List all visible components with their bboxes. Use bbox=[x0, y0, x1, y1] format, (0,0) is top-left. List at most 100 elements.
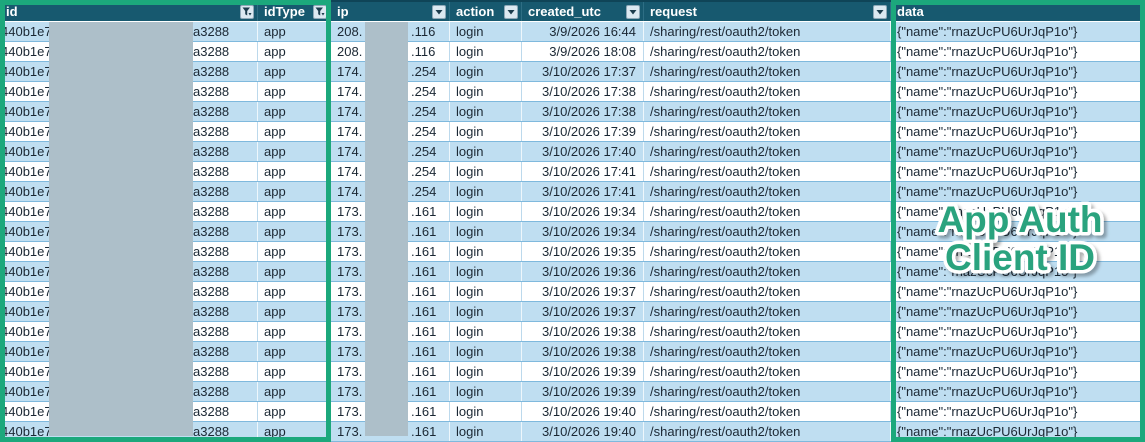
cell-request[interactable]: /sharing/rest/oauth2/token bbox=[644, 62, 891, 81]
column-header-action[interactable]: action bbox=[450, 2, 522, 21]
cell-request[interactable]: /sharing/rest/oauth2/token bbox=[644, 22, 891, 41]
cell-data[interactable]: {"name":"rnazUcPU6UrJqP1o"} bbox=[891, 382, 1145, 401]
cell-idtype[interactable]: app bbox=[258, 302, 331, 321]
cell-action[interactable]: login bbox=[450, 142, 522, 161]
cell-data[interactable]: {"name":"rnazUcPU6UrJqP1o"} bbox=[891, 322, 1145, 341]
column-header-ip[interactable]: ip bbox=[331, 2, 450, 21]
cell-created-utc[interactable]: 3/10/2026 19:34 bbox=[522, 222, 644, 241]
cell-idtype[interactable]: app bbox=[258, 62, 331, 81]
column-header-data[interactable]: data bbox=[891, 2, 1145, 21]
cell-request[interactable]: /sharing/rest/oauth2/token bbox=[644, 342, 891, 361]
cell-created-utc[interactable]: 3/10/2026 19:39 bbox=[522, 362, 644, 381]
cell-action[interactable]: login bbox=[450, 262, 522, 281]
cell-action[interactable]: login bbox=[450, 362, 522, 381]
cell-idtype[interactable]: app bbox=[258, 162, 331, 181]
cell-created-utc[interactable]: 3/10/2026 19:36 bbox=[522, 262, 644, 281]
cell-created-utc[interactable]: 3/10/2026 19:37 bbox=[522, 282, 644, 301]
cell-created-utc[interactable]: 3/10/2026 17:38 bbox=[522, 102, 644, 121]
cell-request[interactable]: /sharing/rest/oauth2/token bbox=[644, 182, 891, 201]
ip-filter-dropdown-button[interactable] bbox=[432, 4, 446, 19]
cell-action[interactable]: login bbox=[450, 82, 522, 101]
cell-action[interactable]: login bbox=[450, 322, 522, 341]
cell-request[interactable]: /sharing/rest/oauth2/token bbox=[644, 202, 891, 221]
created-utc-filter-dropdown-button[interactable] bbox=[626, 4, 640, 19]
cell-created-utc[interactable]: 3/10/2026 17:39 bbox=[522, 122, 644, 141]
cell-created-utc[interactable]: 3/10/2026 17:40 bbox=[522, 142, 644, 161]
cell-idtype[interactable]: app bbox=[258, 122, 331, 141]
cell-action[interactable]: login bbox=[450, 122, 522, 141]
cell-data[interactable]: {"name":"rnazUcPU6UrJqP1o"} bbox=[891, 22, 1145, 41]
cell-created-utc[interactable]: 3/10/2026 19:40 bbox=[522, 402, 644, 421]
cell-data[interactable]: {"name":"rnazUcPU6UrJqP1o"} bbox=[891, 62, 1145, 81]
cell-created-utc[interactable]: 3/10/2026 19:40 bbox=[522, 422, 644, 441]
cell-idtype[interactable]: app bbox=[258, 422, 331, 441]
cell-data[interactable]: {"name":"rnazUcPU6UrJqP1o"} bbox=[891, 82, 1145, 101]
cell-action[interactable]: login bbox=[450, 342, 522, 361]
cell-idtype[interactable]: app bbox=[258, 82, 331, 101]
cell-data[interactable]: {"name":"rnazUcPU6UrJqP1o"} bbox=[891, 402, 1145, 421]
cell-created-utc[interactable]: 3/10/2026 19:37 bbox=[522, 302, 644, 321]
cell-request[interactable]: /sharing/rest/oauth2/token bbox=[644, 222, 891, 241]
cell-request[interactable]: /sharing/rest/oauth2/token bbox=[644, 122, 891, 141]
cell-request[interactable]: /sharing/rest/oauth2/token bbox=[644, 282, 891, 301]
cell-created-utc[interactable]: 3/10/2026 19:35 bbox=[522, 242, 644, 261]
cell-request[interactable]: /sharing/rest/oauth2/token bbox=[644, 402, 891, 421]
cell-data[interactable]: {"name":"rnazUcPU6UrJqP1o"} bbox=[891, 422, 1145, 441]
cell-action[interactable]: login bbox=[450, 42, 522, 61]
id-filter-button[interactable] bbox=[240, 4, 254, 19]
cell-data[interactable]: {"name":"rnazUcPU6UrJqP1o"} bbox=[891, 122, 1145, 141]
cell-idtype[interactable]: app bbox=[258, 282, 331, 301]
cell-created-utc[interactable]: 3/10/2026 19:38 bbox=[522, 322, 644, 341]
cell-idtype[interactable]: app bbox=[258, 42, 331, 61]
cell-action[interactable]: login bbox=[450, 22, 522, 41]
column-header-request[interactable]: request bbox=[644, 2, 891, 21]
cell-action[interactable]: login bbox=[450, 202, 522, 221]
cell-action[interactable]: login bbox=[450, 242, 522, 261]
cell-created-utc[interactable]: 3/10/2026 19:38 bbox=[522, 342, 644, 361]
cell-data[interactable]: {"name":"rnazUcPU6UrJqP1o"} bbox=[891, 302, 1145, 321]
cell-created-utc[interactable]: 3/10/2026 17:37 bbox=[522, 62, 644, 81]
cell-request[interactable]: /sharing/rest/oauth2/token bbox=[644, 302, 891, 321]
cell-action[interactable]: login bbox=[450, 402, 522, 421]
cell-created-utc[interactable]: 3/9/2026 18:08 bbox=[522, 42, 644, 61]
cell-idtype[interactable]: app bbox=[258, 22, 331, 41]
cell-created-utc[interactable]: 3/10/2026 17:38 bbox=[522, 82, 644, 101]
cell-action[interactable]: login bbox=[450, 182, 522, 201]
cell-idtype[interactable]: app bbox=[258, 102, 331, 121]
cell-request[interactable]: /sharing/rest/oauth2/token bbox=[644, 82, 891, 101]
column-header-created-utc[interactable]: created_utc bbox=[522, 2, 644, 21]
cell-request[interactable]: /sharing/rest/oauth2/token bbox=[644, 382, 891, 401]
cell-created-utc[interactable]: 3/10/2026 19:34 bbox=[522, 202, 644, 221]
cell-action[interactable]: login bbox=[450, 102, 522, 121]
cell-idtype[interactable]: app bbox=[258, 342, 331, 361]
cell-created-utc[interactable]: 3/10/2026 17:41 bbox=[522, 162, 644, 181]
cell-action[interactable]: login bbox=[450, 302, 522, 321]
cell-request[interactable]: /sharing/rest/oauth2/token bbox=[644, 162, 891, 181]
cell-data[interactable]: {"name":"rnazUcPU6UrJqP1o"} bbox=[891, 342, 1145, 361]
cell-idtype[interactable]: app bbox=[258, 322, 331, 341]
cell-idtype[interactable]: app bbox=[258, 142, 331, 161]
cell-idtype[interactable]: app bbox=[258, 182, 331, 201]
cell-request[interactable]: /sharing/rest/oauth2/token bbox=[644, 422, 891, 441]
cell-idtype[interactable]: app bbox=[258, 382, 331, 401]
cell-action[interactable]: login bbox=[450, 422, 522, 441]
cell-data[interactable]: {"name":"rnazUcPU6UrJqP1o"} bbox=[891, 102, 1145, 121]
action-filter-dropdown-button[interactable] bbox=[504, 4, 518, 19]
cell-data[interactable]: {"name":"rnazUcPU6UrJqP1o"} bbox=[891, 42, 1145, 61]
cell-action[interactable]: login bbox=[450, 162, 522, 181]
cell-idtype[interactable]: app bbox=[258, 222, 331, 241]
cell-data[interactable]: {"name":"rnazUcPU6UrJqP1o"} bbox=[891, 162, 1145, 181]
cell-data[interactable]: {"name":"rnazUcPU6UrJqP1o"} bbox=[891, 142, 1145, 161]
cell-action[interactable]: login bbox=[450, 382, 522, 401]
cell-request[interactable]: /sharing/rest/oauth2/token bbox=[644, 262, 891, 281]
cell-request[interactable]: /sharing/rest/oauth2/token bbox=[644, 42, 891, 61]
cell-idtype[interactable]: app bbox=[258, 242, 331, 261]
cell-data[interactable]: {"name":"rnazUcPU6UrJqP1o"} bbox=[891, 362, 1145, 381]
request-filter-dropdown-button[interactable] bbox=[873, 4, 887, 19]
cell-idtype[interactable]: app bbox=[258, 262, 331, 281]
cell-request[interactable]: /sharing/rest/oauth2/token bbox=[644, 142, 891, 161]
column-header-idtype[interactable]: idType bbox=[258, 2, 331, 21]
cell-action[interactable]: login bbox=[450, 62, 522, 81]
cell-request[interactable]: /sharing/rest/oauth2/token bbox=[644, 322, 891, 341]
cell-created-utc[interactable]: 3/10/2026 19:39 bbox=[522, 382, 644, 401]
